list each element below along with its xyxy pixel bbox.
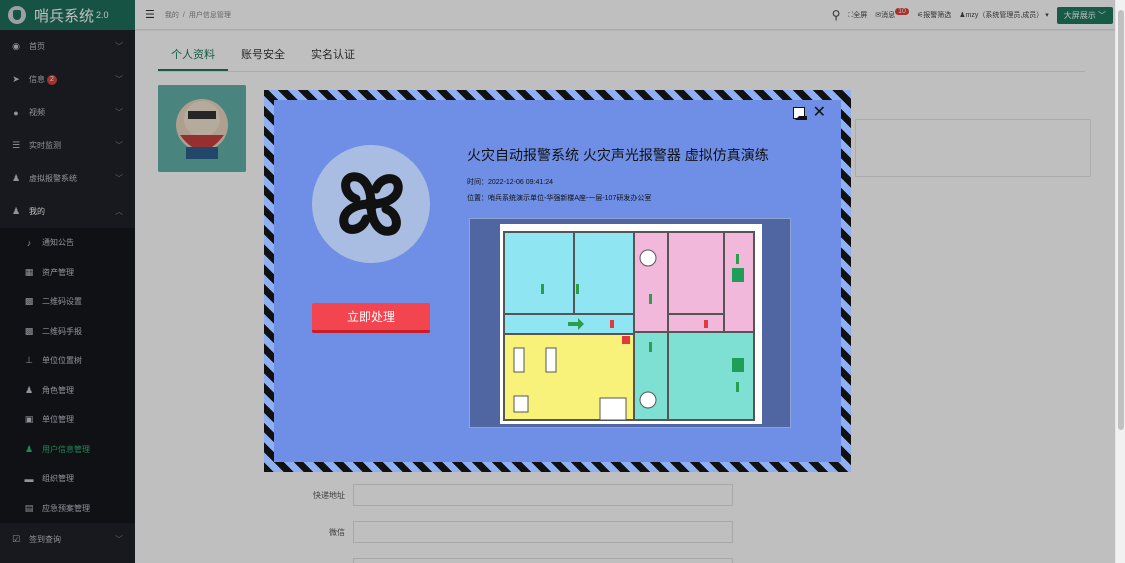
- fan-icon-graphic: [339, 172, 403, 236]
- alarm-location: 位置：哨兵系统演示单位-华强新楼A座-一层-107研发办公室: [467, 195, 652, 202]
- alarm-panel: ✕ 立即处理 火灾自动报警系统 火灾声光报警器 虚拟仿真演练 时间：2022-1…: [274, 100, 841, 462]
- floor-plan: [500, 224, 762, 424]
- alarm-time: 时间：2022-12-06 09:41:24: [467, 179, 553, 186]
- floor-plan-frame: [469, 218, 791, 428]
- close-icon[interactable]: ✕: [813, 105, 826, 121]
- alarm-title: 火灾自动报警系统 火灾声光报警器 虚拟仿真演练: [467, 147, 769, 163]
- fire-alarm-modal: ✕ 立即处理 火灾自动报警系统 火灾声光报警器 虚拟仿真演练 时间：2022-1…: [264, 90, 851, 472]
- page-scrollbar[interactable]: [1115, 0, 1125, 563]
- image-toggle-icon[interactable]: [792, 107, 807, 120]
- fan-icon: [312, 145, 430, 263]
- scrollbar-thumb[interactable]: [1118, 10, 1124, 430]
- handle-now-button[interactable]: 立即处理: [312, 303, 430, 333]
- floor-plan-image: [500, 224, 762, 424]
- modal-controls: ✕: [792, 105, 826, 121]
